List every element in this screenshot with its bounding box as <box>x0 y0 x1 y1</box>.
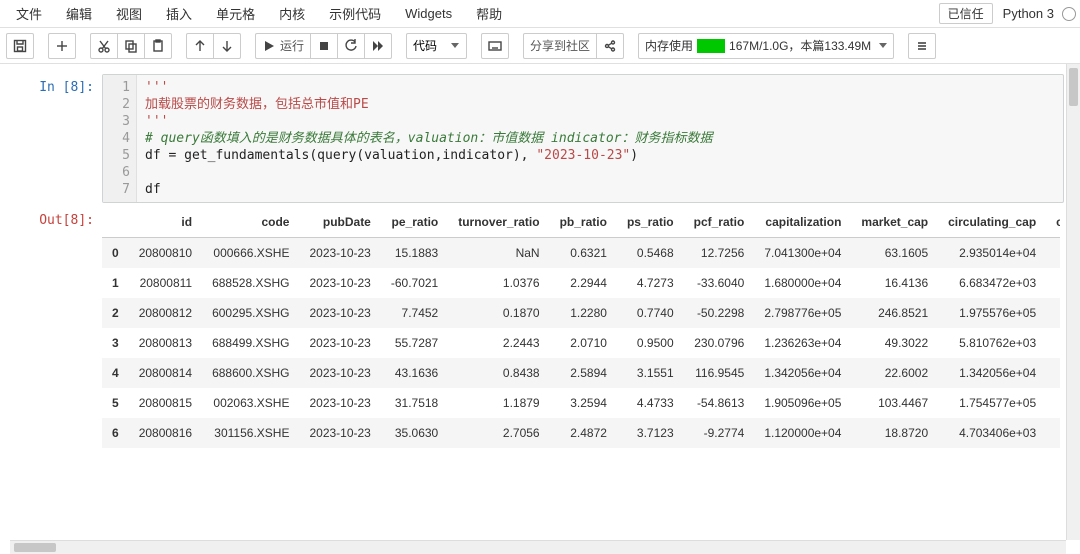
table-row: 320800813688499.XSHG2023-10-2355.72872.2… <box>102 328 1074 358</box>
fast-forward-icon <box>371 39 385 53</box>
restart-button[interactable] <box>337 33 365 59</box>
move-down-button[interactable] <box>213 33 241 59</box>
menu-edit[interactable]: 编辑 <box>54 0 104 27</box>
list-icon <box>915 39 929 53</box>
dataframe-table: id code pubDate pe_ratio turnover_ratio … <box>102 207 1074 448</box>
horizontal-scrollbar[interactable] <box>10 540 1066 554</box>
stop-icon <box>317 39 331 53</box>
memory-detail: 167M/1.0G，本篇133.49M <box>729 37 871 54</box>
code-content[interactable]: ''' 加载股票的财务数据，包括总市值和PE ''' # query函数填入的是… <box>137 75 1063 202</box>
plus-icon <box>55 39 69 53</box>
cell-type-select[interactable]: 代码 <box>406 33 467 59</box>
menu-file[interactable]: 文件 <box>4 0 54 27</box>
kernel-name[interactable]: Python 3 <box>1003 6 1060 21</box>
toolbar: 运行 代码 分享到社区 内存使用 167M/1.0G，本篇133.49M <box>0 28 1080 64</box>
menu-kernel[interactable]: 内核 <box>267 0 317 27</box>
restart-icon <box>344 39 358 53</box>
memory-label: 内存使用 <box>645 37 693 54</box>
output-cell: Out[8]: id code pubDate pe_ratio turnove… <box>6 207 1074 448</box>
share-label: 分享到社区 <box>530 37 590 54</box>
share-icon-button[interactable] <box>596 33 624 59</box>
move-group <box>186 33 241 59</box>
scrollbar-thumb[interactable] <box>1069 68 1078 106</box>
kernel-busy-indicator <box>1062 7 1076 21</box>
command-palette-button[interactable] <box>481 33 509 59</box>
interrupt-button[interactable] <box>310 33 338 59</box>
arrow-down-icon <box>220 39 234 53</box>
run-group: 运行 <box>255 33 392 59</box>
table-row: 420800814688600.XSHG2023-10-2343.16360.8… <box>102 358 1074 388</box>
save-icon <box>13 39 27 53</box>
table-row: 520800815002063.XSHE2023-10-2331.75181.1… <box>102 388 1074 418</box>
share-community-button[interactable]: 分享到社区 <box>523 33 597 59</box>
vertical-scrollbar[interactable] <box>1066 64 1080 540</box>
menu-help[interactable]: 帮助 <box>464 0 514 27</box>
copy-button[interactable] <box>117 33 145 59</box>
table-row: 020800810000666.XSHE2023-10-2315.1883NaN… <box>102 238 1074 269</box>
cut-icon <box>97 39 111 53</box>
play-icon <box>262 39 276 53</box>
output-area[interactable]: id code pubDate pe_ratio turnover_ratio … <box>102 207 1074 448</box>
menu-examples[interactable]: 示例代码 <box>317 0 393 27</box>
run-button-label: 运行 <box>280 37 304 54</box>
menu-bar: 文件 编辑 视图 插入 单元格 内核 示例代码 Widgets 帮助 已信任 P… <box>0 0 1080 28</box>
gutter: 1 2 3 4 5 6 7 <box>103 75 137 202</box>
scrollbar-thumb[interactable] <box>14 543 56 552</box>
notebook-area: In [8]: 1 2 3 4 5 6 7 ''' 加载股票的财务数据，包括总市… <box>0 64 1080 554</box>
chevron-down-icon <box>879 43 887 48</box>
trusted-indicator[interactable]: 已信任 <box>939 3 993 24</box>
input-prompt: In [8]: <box>6 74 102 203</box>
toggle-line-numbers-button[interactable] <box>908 33 936 59</box>
memory-usage-widget[interactable]: 内存使用 167M/1.0G，本篇133.49M <box>638 33 894 59</box>
menu-view[interactable]: 视图 <box>104 0 154 27</box>
paste-button[interactable] <box>144 33 172 59</box>
save-button[interactable] <box>6 33 34 59</box>
table-row: 620800816301156.XSHE2023-10-2335.06302.7… <box>102 418 1074 448</box>
run-all-button[interactable] <box>364 33 392 59</box>
share-icon <box>603 39 617 53</box>
cut-button[interactable] <box>90 33 118 59</box>
share-group: 分享到社区 <box>523 33 624 59</box>
table-header-row: id code pubDate pe_ratio turnover_ratio … <box>102 207 1074 238</box>
paste-icon <box>151 39 165 53</box>
run-button[interactable]: 运行 <box>255 33 311 59</box>
copy-icon <box>124 39 138 53</box>
keyboard-icon <box>488 39 502 53</box>
table-row: 120800811688528.XSHG2023-10-23-60.70211.… <box>102 268 1074 298</box>
menu-cell[interactable]: 单元格 <box>204 0 267 27</box>
menu-widgets[interactable]: Widgets <box>393 0 464 27</box>
code-cell[interactable]: In [8]: 1 2 3 4 5 6 7 ''' 加载股票的财务数据，包括总市… <box>6 74 1074 203</box>
code-editor[interactable]: 1 2 3 4 5 6 7 ''' 加载股票的财务数据，包括总市值和PE '''… <box>102 74 1064 203</box>
cell-type-select-wrap: 代码 <box>406 33 467 59</box>
memory-bar <box>697 39 725 53</box>
add-cell-button[interactable] <box>48 33 76 59</box>
table-row: 220800812600295.XSHG2023-10-237.74520.18… <box>102 298 1074 328</box>
output-prompt: Out[8]: <box>6 207 102 448</box>
move-up-button[interactable] <box>186 33 214 59</box>
menu-insert[interactable]: 插入 <box>154 0 204 27</box>
arrow-up-icon <box>193 39 207 53</box>
cut-copy-paste-group <box>90 33 172 59</box>
